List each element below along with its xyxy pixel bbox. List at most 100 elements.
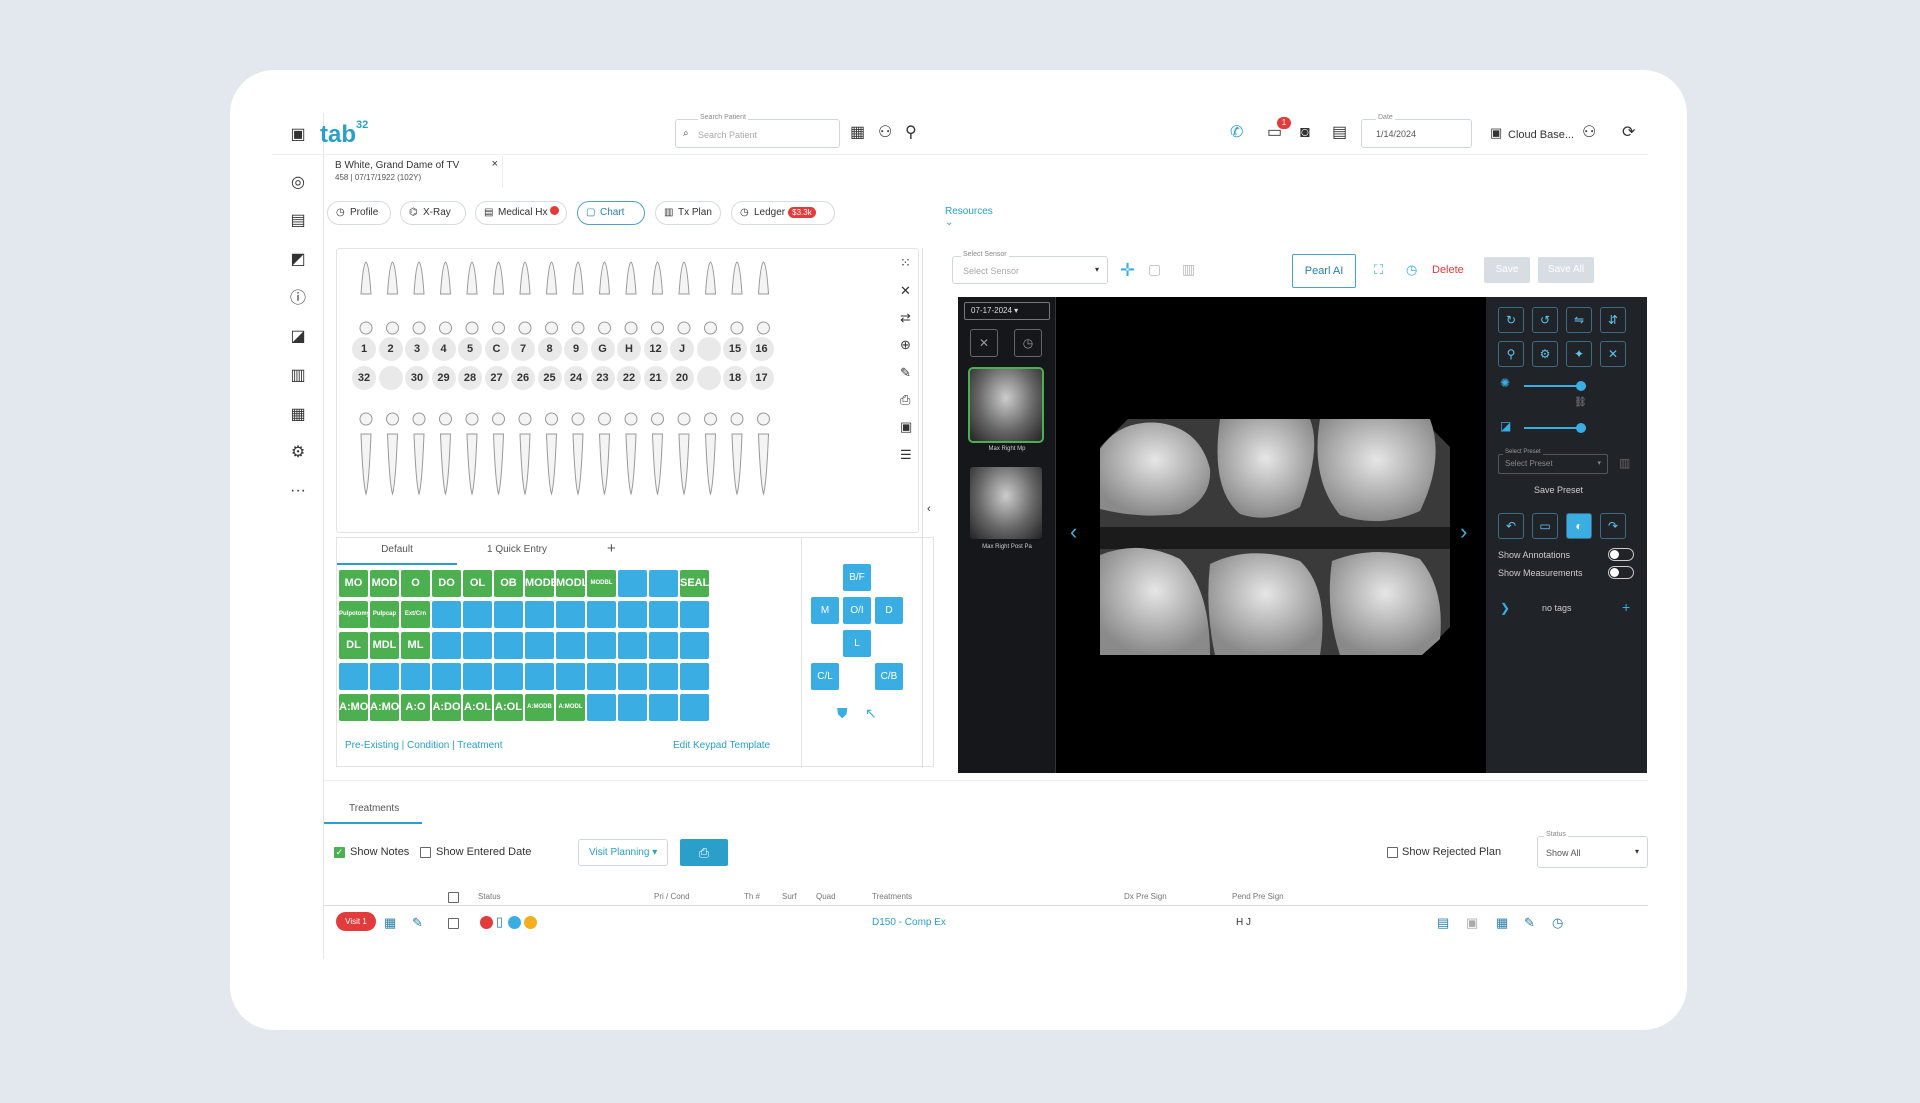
edit-note-icon[interactable]: ✎ bbox=[412, 915, 423, 931]
chart-icon[interactable]: ◩ bbox=[288, 250, 308, 270]
procedure-key[interactable] bbox=[587, 694, 616, 721]
tooth-number[interactable]: 32 bbox=[352, 366, 376, 390]
procedure-key[interactable]: Ext/Crn bbox=[401, 601, 430, 628]
slider-knob[interactable] bbox=[1576, 423, 1586, 433]
procedure-key[interactable]: A:MODB bbox=[525, 694, 554, 721]
procedure-key[interactable]: SEAL bbox=[680, 570, 709, 597]
tooth-number[interactable]: 26 bbox=[511, 366, 535, 390]
tooth-number[interactable] bbox=[378, 366, 403, 390]
keypad-tab-default[interactable]: Default bbox=[337, 544, 457, 565]
procedure-key[interactable]: DO bbox=[432, 570, 461, 597]
tooth-number[interactable]: 12 bbox=[643, 337, 668, 361]
select-icon[interactable]: ⁙ bbox=[900, 255, 911, 271]
surface-m-button[interactable]: M bbox=[811, 597, 839, 624]
procedure-key[interactable]: A:MOD bbox=[370, 694, 399, 721]
tooth-number[interactable]: 16 bbox=[749, 337, 774, 361]
print-button[interactable]: ⎙ bbox=[680, 839, 728, 866]
sparkle-icon[interactable]: ✦ bbox=[1566, 341, 1592, 367]
procedure-key[interactable] bbox=[494, 632, 523, 659]
flip-vertical-icon[interactable]: ⇵ bbox=[1600, 307, 1626, 333]
close-icon[interactable]: × bbox=[492, 158, 498, 170]
print-icon[interactable]: ⎙ bbox=[900, 392, 910, 408]
chat-bubble-icon[interactable]: ◙ bbox=[1300, 125, 1310, 141]
procedure-key[interactable] bbox=[587, 632, 616, 659]
procedure-key[interactable] bbox=[649, 632, 678, 659]
procedure-key[interactable] bbox=[618, 601, 647, 628]
chat-icon[interactable]: ▤ bbox=[288, 211, 308, 231]
tooth-number[interactable]: 2 bbox=[378, 337, 403, 361]
checklist-icon[interactable]: ☰ bbox=[900, 447, 912, 463]
fullscreen-icon[interactable]: ⛶ bbox=[1374, 262, 1383, 278]
tooth-number[interactable]: 21 bbox=[643, 366, 668, 390]
tab-txplan[interactable]: ▥ Tx Plan bbox=[655, 201, 721, 225]
rotate-left-icon[interactable]: ↺ bbox=[1532, 307, 1558, 333]
annotations-toggle[interactable] bbox=[1608, 548, 1634, 561]
billing-icon[interactable]: ▦ bbox=[288, 405, 308, 425]
trash-icon[interactable]: ▥ bbox=[1619, 456, 1630, 470]
procedure-key[interactable] bbox=[618, 694, 647, 721]
xray-date-select[interactable]: 07-17-2024 ▾ bbox=[964, 302, 1050, 320]
tooth-number[interactable]: 15 bbox=[723, 337, 747, 361]
procedure-key[interactable] bbox=[525, 601, 554, 628]
save-icon[interactable]: ▦ bbox=[1496, 915, 1508, 931]
note-icon[interactable]: ▣ bbox=[900, 419, 912, 435]
trash-icon[interactable]: ▥ bbox=[1182, 261, 1195, 278]
add-patient-icon[interactable]: ⚇ bbox=[878, 125, 892, 141]
tooth-number[interactable]: 23 bbox=[590, 366, 615, 390]
download-icon[interactable]: ▣ bbox=[1466, 915, 1478, 931]
zoom-icon[interactable]: ⊕ bbox=[900, 337, 911, 353]
history-icon[interactable]: ◷ bbox=[1552, 915, 1563, 931]
search-patient-input[interactable]: Search Patient ⌕ Search Patient bbox=[675, 114, 840, 148]
procedure-key[interactable] bbox=[370, 663, 399, 690]
tooth-number[interactable] bbox=[696, 366, 721, 390]
tooth-number[interactable]: 25 bbox=[537, 366, 562, 390]
tooth-number[interactable]: 5 bbox=[458, 337, 482, 361]
close-icon[interactable]: ✕ bbox=[970, 329, 998, 357]
tooth-number[interactable]: 29 bbox=[431, 366, 456, 390]
history-icon[interactable]: ◷ bbox=[1014, 329, 1042, 357]
surface-l-button[interactable]: L bbox=[843, 630, 871, 657]
procedure-key[interactable]: A:MO bbox=[339, 694, 368, 721]
save-button[interactable]: Save bbox=[1484, 257, 1530, 283]
pearl-ai-button[interactable]: Pearl AI bbox=[1292, 254, 1356, 288]
zoom-icon[interactable]: ⚲ bbox=[1498, 341, 1524, 367]
row-checkbox[interactable] bbox=[448, 918, 459, 929]
procedure-key[interactable]: A:MODL bbox=[556, 694, 585, 721]
contrast-slider[interactable] bbox=[1524, 423, 1586, 433]
flip-horizontal-icon[interactable]: ⇋ bbox=[1566, 307, 1592, 333]
surface-cb-button[interactable]: C/B bbox=[875, 663, 903, 690]
edit-icon[interactable]: ✎ bbox=[1524, 915, 1535, 931]
procedure-key[interactable] bbox=[618, 663, 647, 690]
procedure-key[interactable]: Pulpcap bbox=[370, 601, 399, 628]
tooth-number[interactable]: 3 bbox=[405, 337, 429, 361]
rotate-right-icon[interactable]: ↻ bbox=[1498, 307, 1524, 333]
close-icon[interactable]: ✕ bbox=[900, 283, 911, 299]
procedure-key[interactable] bbox=[680, 694, 709, 721]
tab-treatments[interactable]: Treatments bbox=[349, 803, 399, 814]
close-icon[interactable]: ✕ bbox=[1600, 341, 1626, 367]
xray-thumbnail[interactable] bbox=[968, 367, 1044, 443]
treatment-link[interactable]: D150 - Comp Ex bbox=[872, 917, 946, 928]
procedure-key[interactable]: MODL bbox=[556, 570, 585, 597]
schedule-icon[interactable]: ▤ bbox=[1332, 125, 1347, 141]
procedure-key[interactable] bbox=[494, 663, 523, 690]
link-icon[interactable]: ⛓ bbox=[1574, 397, 1587, 408]
edit-icon[interactable]: ▢ bbox=[1148, 261, 1161, 278]
procedure-key[interactable] bbox=[649, 601, 678, 628]
patient-tab[interactable]: B White, Grand Dame of TV 458 | 07/17/19… bbox=[327, 156, 503, 188]
procedure-key[interactable] bbox=[339, 663, 368, 690]
procedure-key[interactable]: MOD bbox=[370, 570, 399, 597]
note-icon[interactable]: ▤ bbox=[1437, 915, 1449, 931]
save-preset-button[interactable]: Save Preset bbox=[1534, 485, 1583, 495]
procedure-key[interactable] bbox=[680, 663, 709, 690]
info-icon[interactable]: ⓘ bbox=[288, 289, 308, 309]
user-icon[interactable]: ⚇ bbox=[1582, 125, 1596, 141]
procedure-key[interactable] bbox=[556, 601, 585, 628]
tooth-number[interactable]: 7 bbox=[511, 337, 535, 361]
show-notes-checkbox[interactable]: ✓ bbox=[334, 847, 345, 858]
tooth-number[interactable]: G bbox=[590, 337, 615, 361]
procedure-key[interactable]: ML bbox=[401, 632, 430, 659]
book-icon[interactable]: ▥ bbox=[288, 366, 308, 386]
gear-icon[interactable]: ⚙ bbox=[1532, 341, 1558, 367]
surface-cl-button[interactable]: C/L bbox=[811, 663, 839, 690]
